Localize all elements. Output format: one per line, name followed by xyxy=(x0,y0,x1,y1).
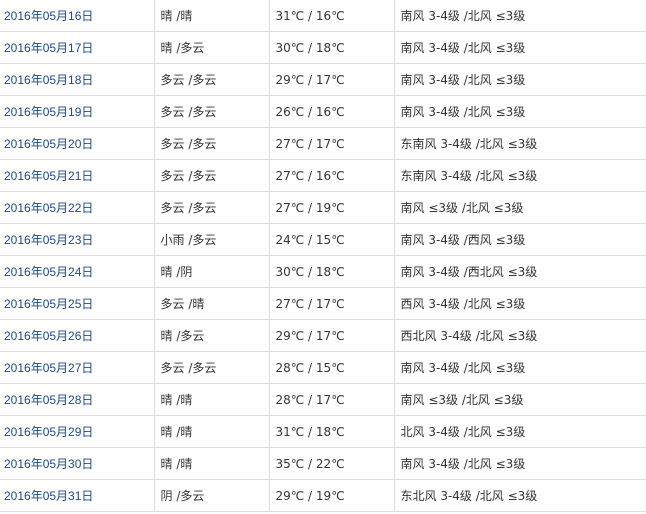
temperature-range: 30℃ / 18℃ xyxy=(269,255,395,288)
wind-info: 南风 3-4级 /北风 ≤3级 xyxy=(394,0,646,32)
table-row: 2016年05月23日 小雨 /多云 24℃ / 15℃ 南风 3-4级 /西风 ≤3… xyxy=(0,223,646,256)
date-link[interactable]: 2016年05月16日 xyxy=(4,9,93,23)
temperature-range: 30℃ / 18℃ xyxy=(269,31,395,64)
date-cell: 2016年05月18日 xyxy=(0,63,155,96)
temperature-range: 35℃ / 22℃ xyxy=(269,447,395,480)
wind-info: 南风 3-4级 /西北风 ≤3级 xyxy=(394,255,646,288)
weather-condition: 多云 /晴 xyxy=(154,287,270,320)
date-cell: 2016年05月29日 xyxy=(0,415,155,448)
table-row: 2016年05月20日 多云 /多云 27℃ / 17℃ 东南风 3-4级 /北风 ≤… xyxy=(0,127,646,160)
date-link[interactable]: 2016年05月23日 xyxy=(4,233,93,247)
date-cell: 2016年05月31日 xyxy=(0,479,155,512)
date-link[interactable]: 2016年05月27日 xyxy=(4,361,93,375)
table-row: 2016年05月26日 晴 /多云 29℃ / 17℃ 西北风 3-4级 /北风 ≤3… xyxy=(0,319,646,352)
table-row: 2016年05月16日 晴 /晴 31℃ / 16℃ 南风 3-4级 /北风 ≤3级 xyxy=(0,0,646,32)
wind-info: 南风 3-4级 /北风 ≤3级 xyxy=(394,63,646,96)
date-link[interactable]: 2016年05月21日 xyxy=(4,169,93,183)
table-row: 2016年05月24日 晴 /阴 30℃ / 18℃ 南风 3-4级 /西北风 ≤3级 xyxy=(0,255,646,288)
table-row: 2016年05月31日 阴 /多云 29℃ / 19℃ 东北风 3-4级 /北风 ≤3… xyxy=(0,479,646,512)
temperature-range: 31℃ / 18℃ xyxy=(269,415,395,448)
weather-condition: 阴 /多云 xyxy=(154,479,270,512)
table-row: 2016年05月25日 多云 /晴 27℃ / 17℃ 西风 3-4级 /北风 ≤3级 xyxy=(0,287,646,320)
wind-info: 北风 3-4级 /北风 ≤3级 xyxy=(394,415,646,448)
wind-info: 西北风 3-4级 /北风 ≤3级 xyxy=(394,319,646,352)
temperature-range: 27℃ / 16℃ xyxy=(269,159,395,192)
temperature-range: 27℃ / 19℃ xyxy=(269,191,395,224)
table-row: 2016年05月28日 晴 /晴 28℃ / 17℃ 南风 ≤3级 /北风 ≤3级 xyxy=(0,383,646,416)
temperature-range: 27℃ / 17℃ xyxy=(269,287,395,320)
date-link[interactable]: 2016年05月17日 xyxy=(4,41,93,55)
temperature-range: 28℃ / 17℃ xyxy=(269,383,395,416)
date-cell: 2016年05月28日 xyxy=(0,383,155,416)
wind-info: 南风 ≤3级 /北风 ≤3级 xyxy=(394,383,646,416)
weather-condition: 多云 /多云 xyxy=(154,159,270,192)
weather-condition: 晴 /晴 xyxy=(154,383,270,416)
date-link[interactable]: 2016年05月20日 xyxy=(4,137,93,151)
weather-condition: 小雨 /多云 xyxy=(154,223,270,256)
weather-condition: 晴 /晴 xyxy=(154,0,270,32)
weather-condition: 多云 /多云 xyxy=(154,191,270,224)
weather-condition: 晴 /阴 xyxy=(154,255,270,288)
wind-info: 南风 ≤3级 /北风 ≤3级 xyxy=(394,191,646,224)
weather-condition: 晴 /多云 xyxy=(154,319,270,352)
wind-info: 东南风 3-4级 /北风 ≤3级 xyxy=(394,159,646,192)
wind-info: 南风 3-4级 /北风 ≤3级 xyxy=(394,447,646,480)
date-cell: 2016年05月22日 xyxy=(0,191,155,224)
temperature-range: 26℃ / 16℃ xyxy=(269,95,395,128)
date-cell: 2016年05月24日 xyxy=(0,255,155,288)
temperature-range: 29℃ / 19℃ xyxy=(269,479,395,512)
temperature-range: 29℃ / 17℃ xyxy=(269,63,395,96)
temperature-range: 24℃ / 15℃ xyxy=(269,223,395,256)
weather-history-table: 2016年05月16日晴 /晴 31℃ / 16℃ 南风 3-4级 /北风 ≤3级 2… xyxy=(0,0,646,512)
wind-info: 南风 3-4级 /北风 ≤3级 xyxy=(394,31,646,64)
date-link[interactable]: 2016年05月28日 xyxy=(4,393,93,407)
date-link[interactable]: 2016年05月26日 xyxy=(4,329,93,343)
temperature-range: 31℃ / 16℃ xyxy=(269,0,395,32)
weather-condition: 多云 /多云 xyxy=(154,127,270,160)
table-row: 2016年05月21日 多云 /多云 27℃ / 16℃ 东南风 3-4级 /北风 ≤… xyxy=(0,159,646,192)
wind-info: 西风 3-4级 /北风 ≤3级 xyxy=(394,287,646,320)
table-row: 2016年05月22日 多云 /多云 27℃ / 19℃ 南风 ≤3级 /北风 ≤3级 xyxy=(0,191,646,224)
weather-condition: 多云 /多云 xyxy=(154,63,270,96)
date-cell: 2016年05月21日 xyxy=(0,159,155,192)
date-cell: 2016年05月17日 xyxy=(0,31,155,64)
table-row: 2016年05月19日 多云 /多云 26℃ / 16℃ 南风 3-4级 /北风 ≤3… xyxy=(0,95,646,128)
temperature-range: 27℃ / 17℃ xyxy=(269,127,395,160)
date-link[interactable]: 2016年05月25日 xyxy=(4,297,93,311)
weather-condition: 多云 /多云 xyxy=(154,351,270,384)
wind-info: 南风 3-4级 /北风 ≤3级 xyxy=(394,95,646,128)
weather-condition: 晴 /晴 xyxy=(154,415,270,448)
date-link[interactable]: 2016年05月18日 xyxy=(4,73,93,87)
date-link[interactable]: 2016年05月29日 xyxy=(4,425,93,439)
date-link[interactable]: 2016年05月22日 xyxy=(4,201,93,215)
date-link[interactable]: 2016年05月19日 xyxy=(4,105,93,119)
weather-condition: 多云 /多云 xyxy=(154,95,270,128)
date-cell: 2016年05月25日 xyxy=(0,287,155,320)
wind-info: 南风 3-4级 /西风 ≤3级 xyxy=(394,223,646,256)
date-cell: 2016年05月19日 xyxy=(0,95,155,128)
table-row: 2016年05月30日 晴 /晴 35℃ / 22℃ 南风 3-4级 /北风 ≤3级 xyxy=(0,447,646,480)
temperature-range: 28℃ / 15℃ xyxy=(269,351,395,384)
wind-info: 东南风 3-4级 /北风 ≤3级 xyxy=(394,127,646,160)
weather-condition: 晴 /多云 xyxy=(154,31,270,64)
date-cell: 2016年05月30日 xyxy=(0,447,155,480)
table-row: 2016年05月17日 晴 /多云 30℃ / 18℃ 南风 3-4级 /北风 ≤3级 xyxy=(0,31,646,64)
weather-table-body: 2016年05月16日晴 /晴 31℃ / 16℃ 南风 3-4级 /北风 ≤3级 2… xyxy=(0,0,646,512)
weather-condition: 晴 /晴 xyxy=(154,447,270,480)
date-cell: 2016年05月20日 xyxy=(0,127,155,160)
date-link[interactable]: 2016年05月31日 xyxy=(4,489,93,503)
table-row: 2016年05月27日 多云 /多云 28℃ / 15℃ 南风 3-4级 /北风 ≤3… xyxy=(0,351,646,384)
table-row: 2016年05月18日 多云 /多云 29℃ / 17℃ 南风 3-4级 /北风 ≤3… xyxy=(0,63,646,96)
date-cell: 2016年05月26日 xyxy=(0,319,155,352)
date-cell: 2016年05月16日 xyxy=(0,0,155,32)
wind-info: 南风 3-4级 /北风 ≤3级 xyxy=(394,351,646,384)
wind-info: 东北风 3-4级 /北风 ≤3级 xyxy=(394,479,646,512)
date-cell: 2016年05月23日 xyxy=(0,223,155,256)
date-link[interactable]: 2016年05月30日 xyxy=(4,457,93,471)
date-link[interactable]: 2016年05月24日 xyxy=(4,265,93,279)
date-cell: 2016年05月27日 xyxy=(0,351,155,384)
temperature-range: 29℃ / 17℃ xyxy=(269,319,395,352)
table-row: 2016年05月29日 晴 /晴 31℃ / 18℃ 北风 3-4级 /北风 ≤3级 xyxy=(0,415,646,448)
